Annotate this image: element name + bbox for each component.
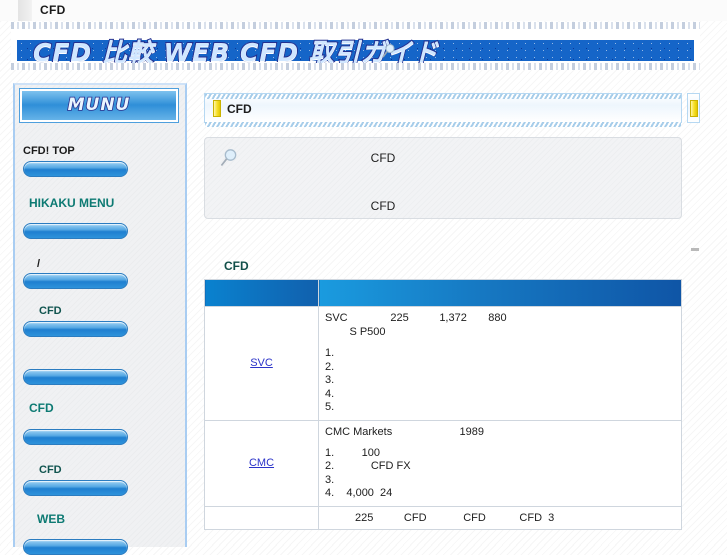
sidebar-logo-text: MUNU [67, 94, 131, 116]
row-head: SVC 225 1,372 880 [325, 312, 507, 324]
sidebar-item-button-7[interactable] [23, 539, 128, 555]
sidebar-item-button-1[interactable] [23, 223, 128, 239]
content-titlebar-right-cap [687, 93, 700, 123]
scrollbar-tick[interactable] [691, 248, 699, 251]
sidebar-item-button-4[interactable] [23, 369, 128, 385]
row-list: 1. 2. 3. 4. 5. [325, 347, 675, 415]
banner-inner: CFD 比較 WEB CFD 取引ガイド [11, 29, 700, 63]
titlebar-hatch-bottom [205, 122, 681, 127]
banner-dash-bottom [11, 63, 700, 70]
page-title: CFD [40, 3, 66, 17]
comparison-table: SVC SVC 225 1,372 880 S P500 1. 2. 3. 4.… [204, 279, 682, 530]
info-box-line-1: CFD [370, 151, 396, 165]
magnifier-icon [381, 43, 397, 59]
row-head: CMC Markets 1989 [325, 425, 484, 438]
row-sub: S P500 [325, 326, 386, 338]
sidebar-logo: MUNU [19, 88, 179, 123]
broker-link-cmc[interactable]: CMC [249, 457, 274, 469]
list-item: 2. [325, 360, 335, 373]
list-item: 1. 100 [325, 446, 381, 459]
titlebar-hatch-top [205, 94, 681, 99]
yellow-marker-right [690, 100, 698, 117]
row-list: 1. 100 2. CFD FX 3. 4. 4,000 24 [325, 447, 675, 501]
main-content: CFD CFD CFD CFD SVC SVC 225 1,372 880 S … [200, 83, 700, 545]
sidebar-item-label-2: / [37, 258, 41, 270]
sidebar-item-button-3[interactable] [23, 321, 128, 337]
site-banner: CFD 比較 WEB CFD 取引ガイド [11, 22, 700, 70]
list-item: 5. [325, 401, 335, 413]
sidebar-item-label-1: HIKAKU MENU [29, 196, 115, 210]
sidebar-item-button-5[interactable] [23, 429, 128, 445]
section-title: CFD [224, 259, 249, 273]
yellow-marker-left [213, 100, 221, 117]
table-cell-detail: CMC Markets 1989 1. 100 2. CFD FX 3. 4. … [318, 419, 682, 507]
table-cell-name: CMC [204, 419, 319, 507]
page-title-bar: CFD [0, 0, 727, 21]
sidebar: MUNU CFD! TOP HIKAKU MENU / CFD CFD CFD … [13, 83, 187, 555]
table-cell-name: SVC [204, 306, 319, 421]
sidebar-item-label-3: CFD [39, 305, 62, 317]
content-titlebar: CFD [204, 93, 682, 127]
content-title: CFD [227, 102, 252, 116]
table-row: 225 CFD CFD CFD 3 [204, 505, 682, 530]
tab-nub [18, 0, 32, 21]
table-cell-detail: SVC 225 1,372 880 S P500 1. 2. 3. 4. 5. [318, 306, 682, 421]
table-cell-detail: 225 CFD CFD CFD 3 [318, 505, 682, 530]
banner-dash-top [11, 22, 700, 29]
sidebar-item-label-6: CFD [39, 464, 62, 476]
table-header-row [204, 279, 682, 307]
table-row: SVC SVC 225 1,372 880 S P500 1. 2. 3. 4.… [204, 306, 682, 421]
sidebar-item-button-2[interactable] [23, 273, 128, 289]
table-header-detail [318, 279, 682, 307]
row-head: 225 CFD CFD CFD 3 [355, 511, 555, 524]
table-cell-name [204, 505, 319, 530]
sidebar-item-label-7: WEB [37, 512, 65, 526]
list-item: 2. CFD FX [325, 460, 411, 472]
info-box-line-2: CFD [370, 199, 396, 213]
table-row: CMC CMC Markets 1989 1. 100 2. CFD FX 3.… [204, 419, 682, 507]
sidebar-item-label-0: CFD! TOP [23, 145, 75, 157]
sidebar-item-button-6[interactable] [23, 480, 128, 496]
list-item: 1. [325, 347, 335, 359]
info-box: CFD CFD [204, 137, 682, 219]
broker-link-svc[interactable]: SVC [250, 357, 273, 369]
sidebar-item-label-5: CFD [29, 401, 54, 415]
list-item: 4. 4,000 24 [325, 487, 393, 499]
list-item: 3. [325, 473, 335, 486]
list-item: 4. [325, 387, 335, 400]
banner-title: CFD 比較 WEB CFD 取引ガイド [32, 37, 439, 63]
list-item: 3. [325, 374, 335, 386]
table-header-name [204, 279, 319, 307]
sidebar-item-button-0[interactable] [23, 161, 128, 177]
